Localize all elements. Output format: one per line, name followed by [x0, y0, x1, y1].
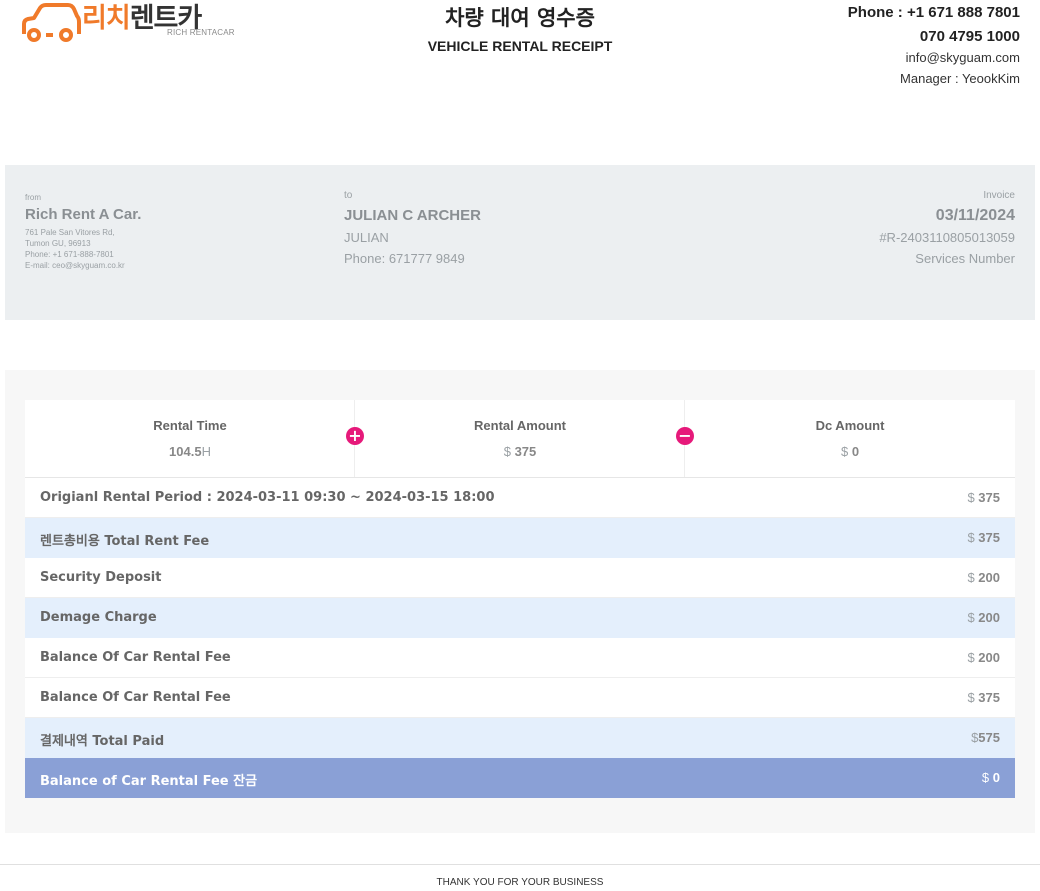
fee-amount: $ 375	[967, 690, 1000, 705]
fee-label: Balance of Car Rental Fee 잔금	[40, 774, 258, 789]
fee-amount-number: 200	[978, 650, 1000, 665]
invoice-label: Invoice	[983, 190, 1015, 201]
from-address-line1: 761 Pale San Vitores Rd,	[25, 228, 115, 237]
from-email: E-mail: ceo@skyguam.co.kr	[25, 261, 125, 270]
fee-amount: $ 200	[967, 610, 1000, 625]
rental-time-number: 104.5	[169, 444, 202, 459]
invoice-block: Invoice 03/11/2024 #R-2403110805013059 S…	[879, 189, 1015, 267]
fee-label: Balance Of Car Rental Fee	[40, 650, 231, 665]
currency-symbol: $	[967, 610, 975, 625]
fee-amount-number: 200	[978, 610, 1000, 625]
fee-row: 렌트총비용 Total Rent Fee $ 375	[25, 518, 1015, 558]
rental-time-unit: H	[201, 444, 211, 459]
customer-first-name: JULIAN	[344, 230, 389, 245]
fee-label: Origianl Rental Period : 2024-03-11 09:3…	[40, 490, 495, 505]
stat-rental-amount: Rental Amount $ 375	[355, 400, 685, 477]
invoice-info-panel: from Rich Rent A Car. 761 Pale San Vitor…	[5, 165, 1035, 320]
fee-amount: $ 200	[967, 570, 1000, 585]
fee-amount-number: 0	[992, 770, 1000, 785]
fee-label: 결제내역 Total Paid	[40, 734, 165, 749]
to-block: to JULIAN C ARCHER JULIAN Phone: 671777 …	[344, 189, 481, 267]
stat-dc-amount: Dc Amount $ 0	[685, 400, 1015, 477]
fee-amount-number: 375	[978, 490, 1000, 505]
summary-section: Rental Time 104.5H + Rental Amount $ 375…	[5, 370, 1035, 833]
receipt-header: 리치렌트카 RICH RENTACAR 차량 대여 영수증 VEHICLE RE…	[0, 0, 1040, 120]
fee-amount-number: 375	[978, 530, 1000, 545]
currency-symbol: $	[840, 444, 849, 459]
footer-divider	[0, 864, 1040, 865]
dc-amount-number: 0	[851, 444, 860, 459]
fee-amount: $ 375	[967, 530, 1000, 545]
stat-rental-time-value: 104.5H	[25, 444, 355, 460]
stat-dc-amount-value: $ 0	[685, 444, 1015, 460]
fee-label: Balance Of Car Rental Fee	[40, 690, 231, 705]
currency-symbol: $	[967, 570, 975, 585]
fee-row: Origianl Rental Period : 2024-03-11 09:3…	[25, 478, 1015, 518]
from-address-line2: Tumon GU, 96913	[25, 239, 91, 248]
fee-row: Security Deposit $ 200	[25, 558, 1015, 598]
fee-row: Demage Charge $ 200	[25, 598, 1015, 638]
contact-email: info@skyguam.com	[905, 50, 1020, 65]
fee-amount: $575	[971, 730, 1000, 745]
summary-card: Rental Time 104.5H + Rental Amount $ 375…	[25, 400, 1015, 798]
fee-amount-number: 375	[978, 690, 1000, 705]
fee-table: Origianl Rental Period : 2024-03-11 09:3…	[25, 478, 1015, 798]
services-number: Services Number	[915, 251, 1015, 266]
fee-amount-number: 200	[978, 570, 1000, 585]
contact-block: Phone : +1 671 888 7801 070 4795 1000 in…	[848, 4, 1020, 87]
stat-rental-amount-label: Rental Amount	[474, 418, 566, 433]
contact-manager: Manager : YeookKim	[900, 71, 1020, 86]
fee-row: Balance Of Car Rental Fee $ 200	[25, 638, 1015, 678]
to-label: to	[344, 190, 353, 201]
fee-label: 렌트총비용 Total Rent Fee	[40, 534, 210, 549]
stats-bar: Rental Time 104.5H + Rental Amount $ 375…	[25, 400, 1015, 478]
stat-rental-time-label: Rental Time	[153, 418, 227, 433]
stat-dc-amount-label: Dc Amount	[815, 418, 885, 433]
customer-phone: Phone: 671777 9849	[344, 251, 465, 266]
from-label: from	[25, 193, 41, 202]
fee-amount: $ 375	[967, 490, 1000, 505]
fee-row-balance: Balance of Car Rental Fee 잔금 $ 0	[25, 758, 1015, 798]
from-company: Rich Rent A Car.	[25, 206, 142, 223]
fee-label: Demage Charge	[40, 610, 157, 625]
stat-rental-amount-value: $ 375	[355, 444, 685, 460]
currency-symbol: $	[967, 530, 975, 545]
fee-amount-number: 575	[978, 730, 1000, 745]
fee-amount: $ 200	[967, 650, 1000, 665]
from-block: from Rich Rent A Car. 761 Pale San Vitor…	[25, 192, 141, 271]
rental-amount-number: 375	[514, 444, 537, 459]
contact-phone: Phone : +1 671 888 7801	[847, 4, 1020, 21]
currency-symbol: $	[967, 690, 975, 705]
fee-row: 결제내역 Total Paid $575	[25, 718, 1015, 758]
currency-symbol: $	[967, 490, 975, 505]
footer-message: THANK YOU FOR YOUR BUSINESS	[436, 877, 604, 888]
currency-symbol: $	[503, 444, 511, 459]
from-phone: Phone: +1 671-888-7801	[25, 250, 114, 259]
currency-symbol: $	[981, 770, 990, 785]
contact-phone-secondary: 070 4795 1000	[919, 28, 1020, 45]
currency-symbol: $	[967, 650, 975, 665]
fee-row: Balance Of Car Rental Fee $ 375	[25, 678, 1015, 718]
invoice-date: 03/11/2024	[935, 207, 1015, 224]
customer-name: JULIAN C ARCHER	[344, 207, 481, 224]
fee-amount: $ 0	[982, 770, 1000, 785]
invoice-number: #R-2403110805013059	[879, 230, 1015, 245]
fee-label: Security Deposit	[40, 570, 162, 585]
stat-rental-time: Rental Time 104.5H	[25, 400, 355, 477]
